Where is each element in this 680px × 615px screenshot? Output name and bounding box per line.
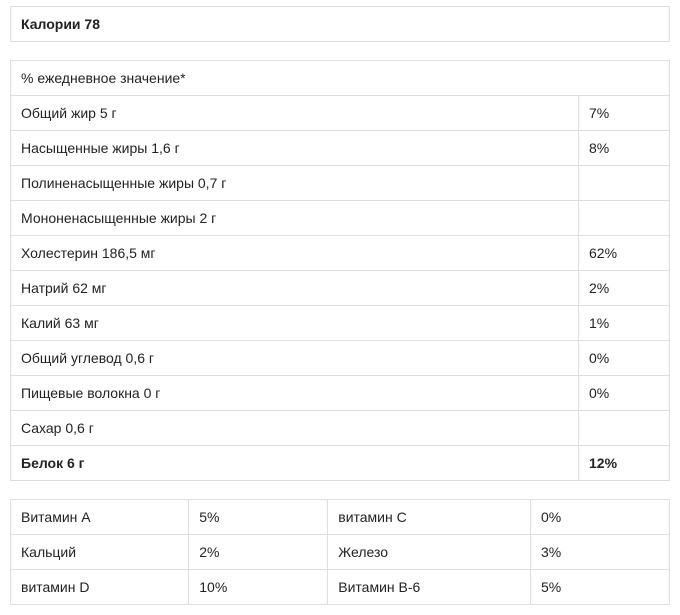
vitamins-table: Витамин А 5% витамин С 0% Кальций 2% Жел… (10, 499, 670, 605)
nutrient-pct (579, 166, 670, 201)
table-row: Сахар 0,6 г (11, 411, 670, 446)
calories-row: Калории 78 (11, 7, 670, 42)
vitamin-value: 0% (531, 500, 670, 535)
table-row: Общий жир 5 г 7% (11, 96, 670, 131)
nutrient-label: Мононенасыщенные жиры 2 г (11, 201, 579, 236)
nutrient-label: Пищевые волокна 0 г (11, 376, 579, 411)
calories-label: Калории 78 (11, 7, 670, 42)
vitamin-value: 5% (189, 500, 328, 535)
vitamin-value: 3% (531, 535, 670, 570)
nutrient-pct (579, 411, 670, 446)
table-row: Калий 63 мг 1% (11, 306, 670, 341)
table-row: Кальций 2% Железо 3% (11, 535, 670, 570)
nutrient-pct: 62% (579, 236, 670, 271)
vitamin-name: витамин С (328, 500, 531, 535)
table-row: витамин D 10% Витамин B-6 5% (11, 570, 670, 605)
daily-value-header-row: % ежедневное значение* (11, 61, 670, 96)
nutrient-label: Полиненасыщенные жиры 0,7 г (11, 166, 579, 201)
table-row: Насыщенные жиры 1,6 г 8% (11, 131, 670, 166)
nutrient-label: Натрий 62 мг (11, 271, 579, 306)
vitamin-value: 5% (531, 570, 670, 605)
nutrition-table: Калории 78 (10, 6, 670, 42)
nutrient-pct: 7% (579, 96, 670, 131)
table-row: Холестерин 186,5 мг 62% (11, 236, 670, 271)
table-row: Натрий 62 мг 2% (11, 271, 670, 306)
table-row: Мононенасыщенные жиры 2 г (11, 201, 670, 236)
nutrient-pct: 0% (579, 376, 670, 411)
protein-label: Белок 6 г (11, 446, 579, 481)
vitamin-name: Железо (328, 535, 531, 570)
nutrient-pct: 8% (579, 131, 670, 166)
vitamin-name: Кальций (11, 535, 189, 570)
nutrient-label: Общий углевод 0,6 г (11, 341, 579, 376)
protein-row: Белок 6 г 12% (11, 446, 670, 481)
nutrient-label: Калий 63 мг (11, 306, 579, 341)
protein-pct: 12% (579, 446, 670, 481)
vitamin-name: витамин D (11, 570, 189, 605)
nutrient-label: Сахар 0,6 г (11, 411, 579, 446)
table-row: Общий углевод 0,6 г 0% (11, 341, 670, 376)
nutrient-label: Насыщенные жиры 1,6 г (11, 131, 579, 166)
nutrient-pct: 2% (579, 271, 670, 306)
table-row: Полиненасыщенные жиры 0,7 г (11, 166, 670, 201)
table-row: Витамин А 5% витамин С 0% (11, 500, 670, 535)
vitamin-value: 2% (189, 535, 328, 570)
daily-value-header: % ежедневное значение* (11, 61, 670, 96)
daily-value-table: % ежедневное значение* Общий жир 5 г 7% … (10, 60, 670, 481)
nutrient-label: Общий жир 5 г (11, 96, 579, 131)
vitamin-name: Витамин B-6 (328, 570, 531, 605)
nutrient-pct (579, 201, 670, 236)
nutrient-pct: 1% (579, 306, 670, 341)
nutrient-label: Холестерин 186,5 мг (11, 236, 579, 271)
vitamin-name: Витамин А (11, 500, 189, 535)
nutrient-pct: 0% (579, 341, 670, 376)
vitamin-value: 10% (189, 570, 328, 605)
table-row: Пищевые волокна 0 г 0% (11, 376, 670, 411)
